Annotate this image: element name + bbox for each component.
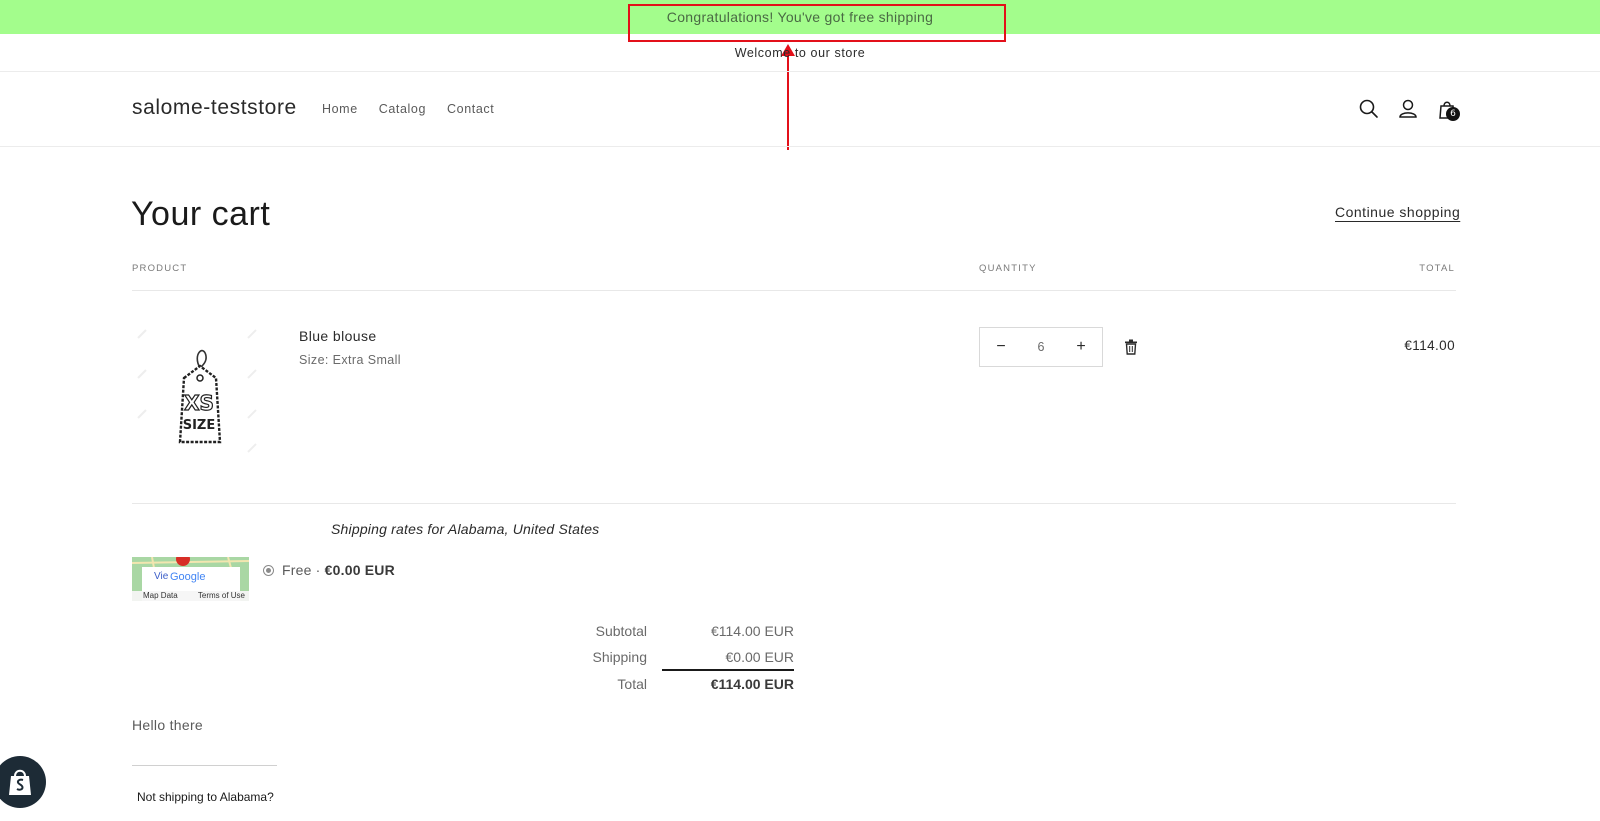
shipping-rate-price: €0.00 EUR: [324, 562, 395, 578]
quantity-input[interactable]: [1021, 340, 1061, 354]
map-footer: Map Data Terms of Use: [132, 591, 249, 601]
shipping-rates-title: Shipping rates for Alabama, United State…: [331, 521, 600, 537]
map-data-link[interactable]: Map Data: [143, 591, 178, 601]
header-divider: [132, 290, 1456, 291]
product-image-size-word: SIZE: [183, 418, 216, 433]
free-shipping-radio[interactable]: [263, 565, 274, 576]
shipping-label: Shipping: [592, 649, 648, 665]
map-thumbnail[interactable]: Vie Google Map Data Terms of Use: [132, 557, 249, 601]
site-header: salome-teststore Home Catalog Contact: [0, 72, 1600, 147]
account-icon[interactable]: [1395, 96, 1421, 122]
nav-catalog[interactable]: Catalog: [379, 102, 426, 116]
shipping-value: €0.00 EUR: [725, 649, 794, 665]
shipping-rate-label: Free · €0.00 EUR: [282, 562, 395, 578]
search-icon[interactable]: [1356, 96, 1382, 122]
shipping-rate-name: Free ·: [282, 562, 325, 578]
subtotal-row: Subtotal €114.00 EUR: [560, 623, 794, 639]
map-terms-link[interactable]: Terms of Use: [198, 591, 245, 601]
note-divider: [132, 765, 277, 766]
main-nav: Home Catalog Contact: [322, 102, 494, 116]
product-image[interactable]: XS SIZE: [132, 326, 263, 456]
shopify-chat-button[interactable]: [0, 756, 46, 808]
google-logo: Google: [170, 571, 206, 583]
total-row: Total €114.00 EUR: [560, 676, 794, 692]
continue-shopping-link[interactable]: Continue shopping: [1335, 204, 1460, 220]
column-header-quantity: QUANTITY: [979, 263, 1037, 274]
page-title: Your cart: [131, 195, 271, 233]
subtotal-label: Subtotal: [595, 623, 647, 639]
column-header-total: TOTAL: [1419, 263, 1455, 274]
store-logo[interactable]: salome-teststore: [132, 96, 297, 120]
product-variant: Size: Extra Small: [299, 353, 401, 367]
total-value: €114.00 EUR: [710, 676, 794, 692]
not-shipping-link[interactable]: Not shipping to Alabama?: [137, 790, 274, 804]
trash-icon[interactable]: [1124, 339, 1138, 355]
column-header-product: PRODUCT: [132, 263, 188, 274]
items-divider: [132, 503, 1456, 504]
summary-rule: [662, 669, 794, 671]
cart-count-badge: 6: [1446, 107, 1460, 121]
line-item-total: €114.00: [1404, 338, 1455, 353]
quantity-stepper: − +: [979, 327, 1103, 367]
increase-quantity-button[interactable]: +: [1072, 338, 1090, 356]
map-view-label: Vie: [154, 571, 169, 582]
product-name-link[interactable]: Blue blouse: [299, 328, 377, 344]
subtotal-value: €114.00 EUR: [710, 623, 794, 639]
nav-home[interactable]: Home: [322, 102, 358, 116]
shopify-bag-icon: [9, 769, 31, 795]
nav-contact[interactable]: Contact: [447, 102, 494, 116]
shipping-row: Shipping €0.00 EUR: [560, 649, 795, 665]
total-label: Total: [617, 676, 647, 692]
order-note-text: Hello there: [132, 717, 204, 733]
announcement-text: Welcome to our store: [734, 45, 866, 60]
decrease-quantity-button[interactable]: −: [992, 338, 1010, 356]
product-image-size-code: XS: [184, 391, 214, 415]
announcement-bar: Welcome to our store: [0, 34, 1600, 72]
